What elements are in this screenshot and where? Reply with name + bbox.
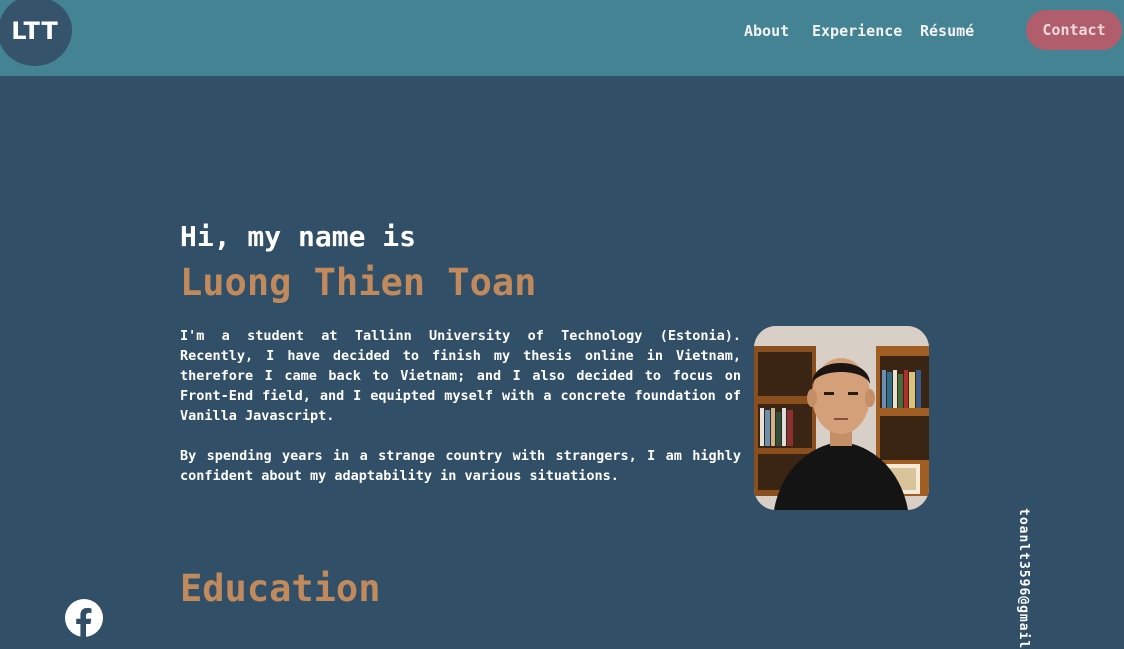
bio-paragraph: I'm a student at Tallinn University of T… [180, 328, 741, 424]
education-heading: Education [180, 567, 381, 610]
nav-about[interactable]: About [744, 20, 789, 42]
facebook-icon[interactable] [64, 598, 104, 638]
bio: I'm a student at Tallinn University of T… [180, 326, 741, 506]
email-link[interactable]: toanlt3596@gmail [1016, 508, 1031, 649]
site-header: LTT About Experience Résumé Contact [0, 0, 1124, 76]
nav-experience[interactable]: Experience [812, 20, 902, 42]
greeting: Hi, my name is [180, 220, 417, 253]
bio-paragraph: By spending years in a strange country w… [180, 448, 741, 484]
logo[interactable]: LTT [0, 0, 72, 66]
nav-resume[interactable]: Résumé [920, 20, 974, 42]
hero-name: Luong Thien Toan [180, 261, 537, 304]
contact-button[interactable]: Contact [1026, 10, 1122, 50]
profile-photo [754, 326, 929, 510]
